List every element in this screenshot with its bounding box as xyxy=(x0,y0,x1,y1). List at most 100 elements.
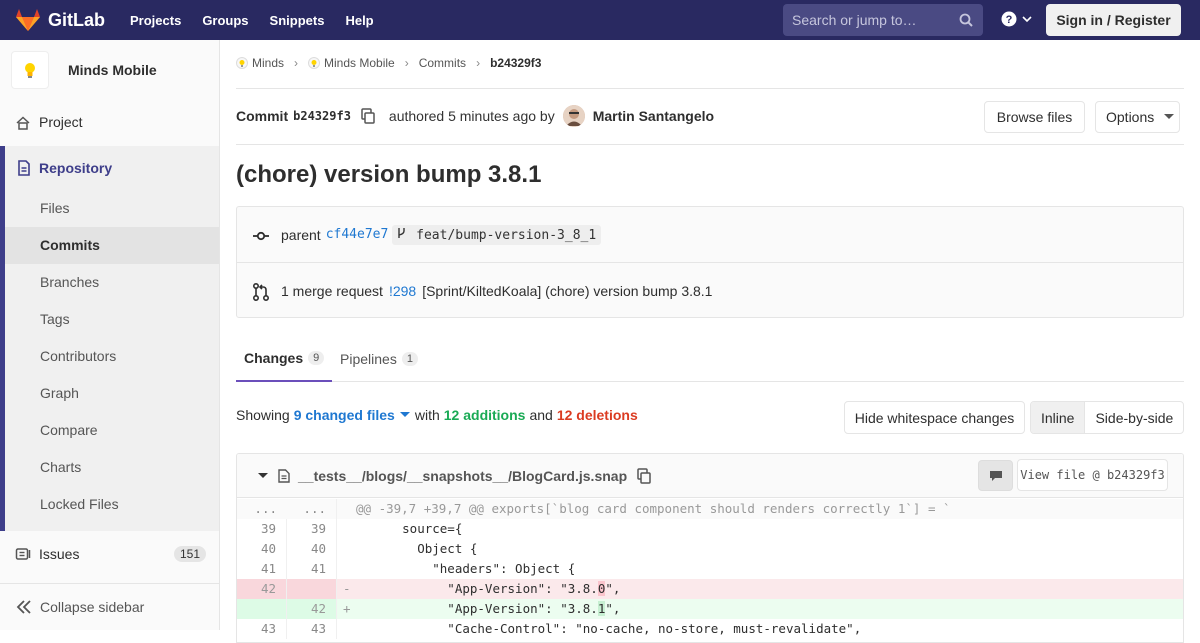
lightbulb-icon xyxy=(236,57,248,69)
line-number-old[interactable] xyxy=(237,599,287,619)
caret-down-icon xyxy=(1164,114,1175,119)
sidebar-item-commits[interactable]: Commits xyxy=(40,237,100,253)
document-icon xyxy=(18,160,30,176)
sidebar-item-tags[interactable]: Tags xyxy=(40,311,70,327)
line-number-new: ... xyxy=(287,499,337,519)
breadcrumb-minds[interactable]: Minds xyxy=(236,56,284,70)
diff-content: ... ... @@ -39,7 +39,7 @@ exports[`blog … xyxy=(237,499,1183,639)
merge-request-row: 1 merge request !298 [Sprint/KiltedKoala… xyxy=(237,263,1183,319)
sidebar-item-project[interactable]: Project xyxy=(0,112,219,132)
sidebar-item-graph[interactable]: Graph xyxy=(40,385,79,401)
line-number-new[interactable]: 43 xyxy=(287,619,337,639)
tab-label: Changes xyxy=(244,350,304,366)
lightbulb-icon xyxy=(308,57,321,69)
changed-files-dropdown[interactable]: 9 changed files xyxy=(294,407,410,423)
collapse-sidebar-button[interactable]: Collapse sidebar xyxy=(0,583,219,630)
search-input[interactable]: Search or jump to… xyxy=(783,4,983,36)
nav-groups[interactable]: Groups xyxy=(202,13,248,28)
sign-in-button[interactable]: Sign in / Register xyxy=(1046,4,1181,36)
breadcrumb: Minds › Minds Mobile › Commits › b24329f… xyxy=(236,56,541,70)
diff-line: 41 41 "headers": Object { xyxy=(237,559,1183,579)
nav-help[interactable]: Help xyxy=(345,13,373,28)
sidebar-project-header[interactable]: Minds Mobile xyxy=(0,40,219,100)
mr-count-label: 1 merge request xyxy=(281,283,383,299)
line-number-new[interactable]: 40 xyxy=(287,539,337,559)
file-path[interactable]: __tests__/blogs/__snapshots__/BlogCard.j… xyxy=(298,468,627,484)
parent-sha-link[interactable]: cf44e7e7 xyxy=(326,227,389,242)
diff-line-deleted: 42 - "App-Version": "3.8.0", xyxy=(237,579,1183,599)
sidebar-item-files[interactable]: Files xyxy=(40,200,70,216)
search-placeholder: Search or jump to… xyxy=(792,12,917,28)
divider xyxy=(236,144,1184,145)
nav-snippets[interactable]: Snippets xyxy=(270,13,325,28)
tab-pipelines[interactable]: Pipelines 1 xyxy=(340,336,418,382)
collapse-sidebar-label: Collapse sidebar xyxy=(40,599,145,615)
sidebar-item-branches[interactable]: Branches xyxy=(40,274,99,290)
file-icon xyxy=(278,468,290,483)
sidebar-item-label: Repository xyxy=(39,160,113,176)
mr-link[interactable]: !298 xyxy=(389,283,416,299)
side-by-side-view-button[interactable]: Side-by-side xyxy=(1085,402,1183,433)
view-toggle: Inline Side-by-side xyxy=(1030,401,1185,434)
merge-request-info: 1 merge request !298 [Sprint/KiltedKoala… xyxy=(281,283,712,299)
parent-row: parent cf44e7e7 feat/bump-version-3_8_1 xyxy=(237,207,1183,263)
breadcrumb-label: Minds xyxy=(252,56,285,70)
sidebar-item-repository[interactable]: Repository xyxy=(0,158,219,178)
line-number-new[interactable]: 39 xyxy=(287,519,337,539)
branch-badge[interactable]: feat/bump-version-3_8_1 xyxy=(392,224,602,245)
comment-button[interactable] xyxy=(978,460,1013,491)
merge-request-icon xyxy=(253,283,269,301)
inline-view-button[interactable]: Inline xyxy=(1031,402,1086,433)
sidebar-item-label: Issues xyxy=(39,546,80,562)
question-icon: ? xyxy=(1001,11,1017,27)
commit-label: Commit xyxy=(236,108,289,124)
active-indicator xyxy=(0,146,5,531)
breadcrumb-commits[interactable]: Commits xyxy=(419,56,466,70)
line-number-new[interactable]: 42 xyxy=(287,599,337,619)
line-number-old[interactable]: 41 xyxy=(237,559,287,579)
line-number-new[interactable]: 41 xyxy=(287,559,337,579)
diff-summary: Showing 9 changed files with 12 addition… xyxy=(236,407,638,423)
sidebar-item-compare[interactable]: Compare xyxy=(40,422,98,438)
sidebar-item-issues[interactable]: Issues 151 xyxy=(0,543,219,565)
nav-projects[interactable]: Projects xyxy=(130,13,181,28)
chevron-right-icon: › xyxy=(476,56,481,70)
line-number-old[interactable]: 42 xyxy=(237,579,287,599)
copy-icon[interactable] xyxy=(637,467,651,484)
line-number-new[interactable] xyxy=(287,579,337,599)
options-dropdown[interactable]: Options xyxy=(1095,101,1180,133)
diff-sign: + xyxy=(343,601,351,616)
view-file-button[interactable]: View file @ b24329f3 xyxy=(1017,459,1168,491)
hide-whitespace-button[interactable]: Hide whitespace changes xyxy=(844,401,1025,434)
avatar[interactable] xyxy=(562,105,585,127)
help-dropdown[interactable]: ? xyxy=(1001,11,1033,27)
line-code-end: ", xyxy=(605,601,621,616)
caret-down-icon[interactable] xyxy=(258,472,268,479)
commit-header: Commit b24329f3 authored 5 minutes ago b… xyxy=(236,104,714,128)
tab-count-badge: 9 xyxy=(308,351,325,365)
line-number-old[interactable]: 40 xyxy=(237,539,287,559)
breadcrumb-current[interactable]: b24329f3 xyxy=(490,56,541,70)
line-number-old[interactable]: 43 xyxy=(237,619,287,639)
parent-label: parent xyxy=(281,226,321,243)
file-diff: __tests__/blogs/__snapshots__/BlogCard.j… xyxy=(236,453,1184,643)
line-number-old[interactable]: 39 xyxy=(237,519,287,539)
breadcrumb-label: Minds Mobile xyxy=(324,56,395,70)
comment-icon xyxy=(989,470,1002,481)
gitlab-logo[interactable]: GitLab xyxy=(16,9,105,31)
browse-files-button[interactable]: Browse files xyxy=(984,101,1085,133)
issues-icon xyxy=(15,548,31,560)
file-header: __tests__/blogs/__snapshots__/BlogCard.j… xyxy=(237,454,1183,498)
tab-changes[interactable]: Changes 9 xyxy=(236,336,333,382)
parent-info: parent cf44e7e7 feat/bump-version-3_8_1 xyxy=(281,224,602,245)
copy-icon[interactable] xyxy=(361,108,375,124)
author-name[interactable]: Martin Santangelo xyxy=(593,108,714,124)
additions-count: 12 additions xyxy=(443,407,526,423)
sidebar-item-contributors[interactable]: Contributors xyxy=(40,348,116,364)
breadcrumb-minds-mobile[interactable]: Minds Mobile xyxy=(308,56,395,70)
line-code: "App-Version": "3.8. xyxy=(357,601,598,616)
commit-info-box: parent cf44e7e7 feat/bump-version-3_8_1 … xyxy=(236,206,1184,318)
sidebar-item-locked-files[interactable]: Locked Files xyxy=(40,496,119,512)
sidebar-item-charts[interactable]: Charts xyxy=(40,459,81,475)
showing-label: Showing xyxy=(236,407,290,423)
